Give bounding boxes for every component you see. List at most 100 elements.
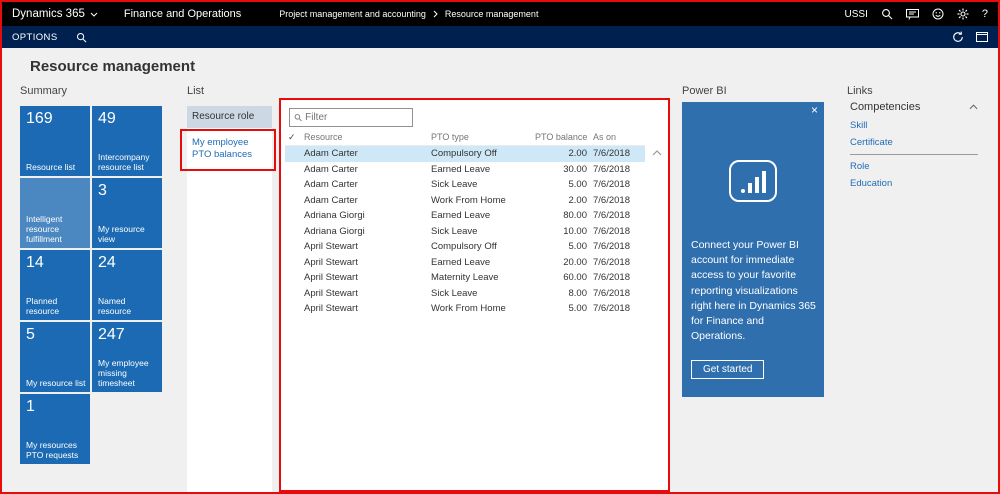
table-row[interactable]: Adam Carter Compulsory Off 2.00 7/6/2018 [285, 146, 645, 162]
cell-pto-balance: 60.00 [563, 272, 587, 284]
tile-count: 5 [26, 326, 35, 343]
column-header-as-on[interactable]: As on [587, 132, 645, 143]
table-row[interactable]: April Stewart Sick Leave 8.00 7/6/2018 [285, 286, 645, 302]
cell-as-on: 7/6/2018 [593, 272, 630, 284]
cell-resource: Adam Carter [304, 179, 358, 191]
tile-count: 3 [98, 182, 107, 199]
company-selector[interactable]: USSI [845, 9, 868, 20]
logo-dot [740, 189, 745, 193]
cell-as-on: 7/6/2018 [593, 163, 630, 175]
filter-input[interactable] [305, 112, 408, 123]
tile-count: 247 [98, 326, 125, 343]
dynamics-home-button[interactable]: Dynamics 365 [12, 8, 98, 20]
list-header: Resource role [187, 106, 272, 128]
links-list-bottom: Role Education [850, 161, 978, 189]
cell-pto-balance: 10.00 [563, 225, 587, 237]
search-icon [294, 114, 302, 122]
cell-pto-type: Compulsory Off [431, 241, 497, 253]
summary-tile[interactable]: 49 Intercompany resource list [92, 106, 162, 176]
cell-pto-balance: 2.00 [568, 148, 588, 160]
tile-count: 24 [98, 254, 116, 271]
cell-pto-balance: 2.00 [568, 194, 588, 206]
brand-label: Dynamics 365 [12, 8, 85, 20]
pto-balances-grid: ✓ Resource PTO type PTO balances As on A… [279, 98, 670, 492]
chevron-up-icon [969, 104, 978, 110]
summary-tile[interactable]: 169 Resource list [20, 106, 90, 176]
options-tab[interactable]: OPTIONS [12, 32, 58, 43]
grid-body: Adam Carter Compulsory Off 2.00 7/6/2018… [285, 146, 645, 317]
tile-count: 49 [98, 110, 116, 127]
scroll-up-icon[interactable] [652, 150, 662, 156]
tile-count: 169 [26, 110, 53, 127]
tile-label: Planned resource [26, 295, 60, 316]
summary-tile[interactable]: Intelligent resource fulfillment [20, 178, 90, 248]
logo-bar [754, 177, 759, 193]
table-row[interactable]: April Stewart Maternity Leave 60.00 7/6/… [285, 270, 645, 286]
summary-tile[interactable]: 24 Named resource [92, 250, 162, 320]
smiley-icon[interactable] [932, 8, 944, 20]
links-list-top: Skill Certificate [850, 120, 978, 148]
table-row[interactable]: Adam Carter Earned Leave 30.00 7/6/2018 [285, 162, 645, 178]
links-section-label: Links [847, 85, 873, 97]
list-item-my-employee-pto-balances[interactable]: My employee PTO balances [187, 128, 272, 171]
link-item[interactable]: Certificate [850, 137, 978, 148]
table-row[interactable]: Adam Carter Work From Home 2.00 7/6/2018 [285, 193, 645, 209]
table-row[interactable]: Adam Carter Sick Leave 5.00 7/6/2018 [285, 177, 645, 193]
column-header-resource[interactable]: Resource [304, 132, 431, 143]
cell-resource: Adam Carter [304, 163, 358, 175]
summary-tile[interactable]: 3 My resource view [92, 178, 162, 248]
page-title: Resource management [30, 58, 196, 75]
summary-tile[interactable]: 14 Planned resource [20, 250, 90, 320]
help-button[interactable]: ? [982, 8, 988, 20]
table-row[interactable]: April Stewart Compulsory Off 5.00 7/6/20… [285, 239, 645, 255]
logo-bar [761, 171, 766, 193]
breadcrumb: Project management and accounting Resour… [279, 9, 538, 19]
tile-count: 14 [26, 254, 44, 271]
tile-label: My employee missing timesheet [98, 357, 149, 388]
get-started-button[interactable]: Get started [691, 360, 765, 379]
summary-tile[interactable]: 5 My resource list [20, 322, 90, 392]
cell-pto-balance: 30.00 [563, 163, 587, 175]
links-group-header[interactable]: Competencies [850, 101, 978, 113]
tile-label: My resources PTO requests [26, 439, 79, 460]
powerbi-message: Connect your Power BI account for immedi… [691, 239, 816, 343]
feedback-icon[interactable] [905, 8, 919, 20]
link-item[interactable]: Skill [850, 120, 978, 131]
cell-pto-balance: 20.00 [563, 256, 587, 268]
cell-pto-type: Compulsory Off [431, 148, 497, 160]
cell-pto-type: Earned Leave [431, 163, 491, 175]
column-header-pto-type[interactable]: PTO type [431, 132, 535, 143]
cell-pto-type: Earned Leave [431, 210, 491, 222]
cell-pto-type: Maternity Leave [431, 272, 499, 284]
select-all-checkmark[interactable]: ✓ [285, 132, 304, 143]
cell-resource: Adam Carter [304, 148, 358, 160]
table-row[interactable]: Adriana Giorgi Earned Leave 80.00 7/6/20… [285, 208, 645, 224]
refresh-icon[interactable] [952, 31, 964, 43]
cell-pto-balance: 80.00 [563, 210, 587, 222]
tile-label: My resource list [26, 377, 86, 388]
breadcrumb-module[interactable]: Project management and accounting [279, 9, 426, 19]
summary-tile[interactable]: 247 My employee missing timesheet [92, 322, 162, 392]
open-in-new-window-icon[interactable] [976, 32, 988, 42]
summary-tiles: 169 Resource list 49 Intercompany resour… [20, 106, 162, 464]
table-row[interactable]: April Stewart Earned Leave 20.00 7/6/201… [285, 255, 645, 271]
table-row[interactable]: April Stewart Work From Home 5.00 7/6/20… [285, 301, 645, 317]
links-group-label: Competencies [850, 101, 921, 113]
cell-as-on: 7/6/2018 [593, 194, 630, 206]
search-icon[interactable] [881, 8, 893, 20]
close-icon[interactable]: × [811, 104, 818, 116]
app-name[interactable]: Finance and Operations [124, 8, 241, 20]
column-header-pto-balances[interactable]: PTO balances [535, 132, 587, 143]
link-item[interactable]: Role [850, 161, 978, 172]
cell-pto-balance: 5.00 [568, 241, 588, 253]
link-item[interactable]: Education [850, 178, 978, 189]
app-window: Dynamics 365 Finance and Operations Proj… [0, 0, 1000, 494]
search-icon[interactable] [76, 32, 87, 43]
gear-icon[interactable] [957, 8, 969, 20]
cell-as-on: 7/6/2018 [593, 179, 630, 191]
breadcrumb-page[interactable]: Resource management [445, 9, 539, 19]
summary-tile[interactable]: 1 My resources PTO requests [20, 394, 90, 464]
cell-pto-type: Sick Leave [431, 225, 478, 237]
table-row[interactable]: Adriana Giorgi Sick Leave 10.00 7/6/2018 [285, 224, 645, 240]
cell-resource: April Stewart [304, 287, 358, 299]
